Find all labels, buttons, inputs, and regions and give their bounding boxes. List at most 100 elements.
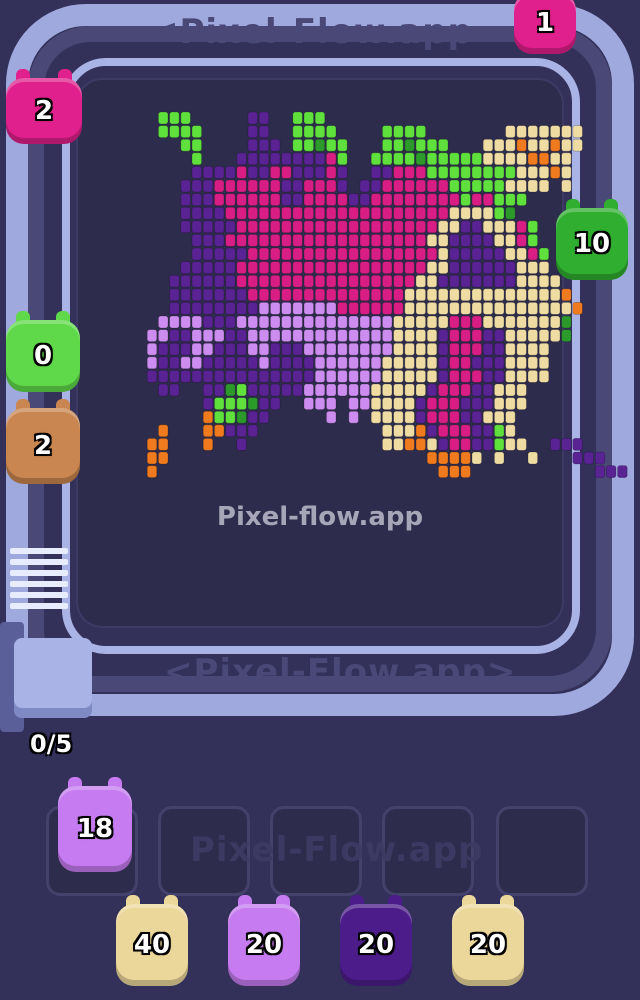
pixel-block xyxy=(404,206,415,220)
pixel-block xyxy=(404,369,415,383)
pixel-block xyxy=(538,261,550,275)
pixel-block xyxy=(303,383,315,397)
pixel-block xyxy=(247,179,259,193)
pixel-block xyxy=(359,342,371,356)
belt-pig-left-top[interactable]: 2 xyxy=(6,69,82,144)
pixel-block xyxy=(348,233,359,247)
pixel-block xyxy=(337,138,348,152)
pixel-block xyxy=(426,437,438,451)
pixel-block xyxy=(437,369,449,383)
pixel-block xyxy=(381,397,393,411)
pixel-block xyxy=(449,315,460,329)
pixel-block xyxy=(370,329,382,343)
pixel-block xyxy=(460,397,471,411)
waiting-pig-4[interactable]: 20 xyxy=(452,895,524,986)
pixel-block xyxy=(493,233,505,247)
pixel-block xyxy=(437,356,449,370)
pixel-block xyxy=(348,288,359,302)
pixel-block xyxy=(437,165,449,179)
pixel-block xyxy=(415,397,427,411)
pixel-block xyxy=(482,397,494,411)
pixel-block xyxy=(303,111,315,125)
pixel-block xyxy=(449,152,460,166)
pixel-block xyxy=(325,397,337,411)
waiting-pig-2[interactable]: 20 xyxy=(228,895,300,986)
pixel-block xyxy=(247,288,259,302)
pixel-block xyxy=(325,125,337,138)
belt-pig-right[interactable]: 10 xyxy=(556,199,628,280)
pixel-block xyxy=(426,233,438,247)
pixel-block xyxy=(157,342,169,356)
pixel-block xyxy=(381,369,393,383)
pixel-block xyxy=(314,206,326,220)
pixel-block xyxy=(281,220,292,234)
pixel-block xyxy=(180,356,191,370)
pixel-block xyxy=(359,193,371,207)
pixel-block xyxy=(471,410,483,424)
pixel-block xyxy=(314,138,326,152)
belt-pig-top-right[interactable]: 1 xyxy=(514,0,576,54)
pixel-block xyxy=(415,437,427,451)
pixel-block xyxy=(471,193,483,207)
pixel-block xyxy=(337,220,348,234)
pixel-block xyxy=(482,261,494,275)
pixel-block xyxy=(393,342,404,356)
pixel-block xyxy=(482,329,494,343)
belt-pig-left-tan[interactable]: 2 xyxy=(6,399,80,484)
pixel-block xyxy=(437,397,449,411)
queue-slot-5[interactable] xyxy=(496,806,588,896)
pixel-block xyxy=(449,342,460,356)
pixel-block xyxy=(202,356,214,370)
pixel-block xyxy=(236,288,247,302)
pixel-block xyxy=(449,451,460,465)
pixel-block xyxy=(381,233,393,247)
pixel-block xyxy=(314,247,326,261)
waiting-pig-3[interactable]: 20 xyxy=(340,895,412,986)
pixel-block xyxy=(269,342,281,356)
pixel-block xyxy=(314,288,326,302)
pixel-block xyxy=(370,356,382,370)
pixel-block xyxy=(460,342,471,356)
pixel-block xyxy=(236,165,247,179)
waiting-pig-1[interactable]: 40 xyxy=(116,895,188,986)
pixel-block xyxy=(180,342,191,356)
pixel-block xyxy=(269,206,281,220)
pixel-block xyxy=(516,356,527,370)
center-watermark: Pixel-flow.app xyxy=(216,502,424,532)
pixel-block xyxy=(325,329,337,343)
pixel-block xyxy=(449,383,460,397)
pixel-block xyxy=(225,206,236,220)
pixel-block xyxy=(225,179,236,193)
pixel-block xyxy=(505,356,516,370)
pixel-block xyxy=(538,301,550,315)
active-pig[interactable]: 18 xyxy=(58,777,132,872)
pixel-block xyxy=(482,165,494,179)
pixel-block xyxy=(393,233,404,247)
pixel-block xyxy=(348,206,359,220)
pixel-block xyxy=(337,288,348,302)
belt-pig-left-green[interactable]: 0 xyxy=(6,311,80,392)
pixel-block xyxy=(202,301,214,315)
pixel-block xyxy=(381,342,393,356)
pixel-block xyxy=(180,125,191,138)
pig-count: 0 xyxy=(33,341,53,371)
pixel-block xyxy=(426,261,438,275)
pixel-block xyxy=(269,288,281,302)
pixel-block xyxy=(258,193,270,207)
pixel-block xyxy=(314,342,326,356)
pixel-block xyxy=(404,274,415,288)
pixel-block xyxy=(426,369,438,383)
pixel-block xyxy=(213,397,225,411)
pixel-block xyxy=(381,383,393,397)
pixel-block xyxy=(303,369,315,383)
pixel-block xyxy=(516,247,527,261)
pixel-block xyxy=(505,315,516,329)
pixel-block xyxy=(493,451,505,465)
pixel-block xyxy=(146,329,158,343)
pixel-block xyxy=(191,152,203,166)
pixel-block xyxy=(258,179,270,193)
pixel-block xyxy=(527,342,539,356)
pixel-block xyxy=(191,301,203,315)
pixel-block xyxy=(426,247,438,261)
pixel-block xyxy=(213,288,225,302)
